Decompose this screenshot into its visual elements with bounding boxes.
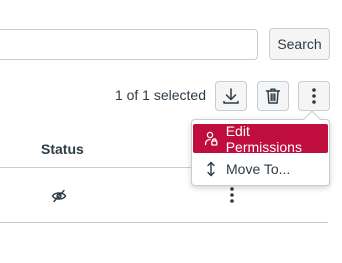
search-button[interactable]: Search [269, 28, 330, 60]
eye-off-icon[interactable] [51, 189, 67, 208]
search-input[interactable] [0, 29, 258, 60]
more-actions-button[interactable] [298, 81, 330, 111]
download-icon [221, 86, 241, 106]
files-page: Search 1 of 1 selected Status Edit Permi… [0, 0, 342, 263]
delete-button[interactable] [257, 81, 289, 111]
more-vertical-icon [311, 87, 317, 105]
trash-icon [263, 86, 283, 106]
menu-item-edit-permissions[interactable]: Edit Permissions [193, 122, 328, 155]
user-lock-icon [203, 131, 219, 147]
row-more-vertical-icon[interactable] [229, 186, 235, 209]
status-column-header[interactable]: Status [41, 141, 84, 157]
download-button[interactable] [215, 81, 247, 111]
selection-count: 1 of 1 selected [114, 87, 206, 103]
actions-menu: Edit Permissions Move To... [191, 110, 330, 186]
move-vertical-icon [203, 161, 219, 177]
menu-item-move-to[interactable]: Move To... [193, 154, 328, 183]
menu-item-label: Move To... [226, 160, 291, 177]
menu-item-label: Edit Permissions [225, 122, 302, 155]
table-row-divider [0, 222, 328, 223]
